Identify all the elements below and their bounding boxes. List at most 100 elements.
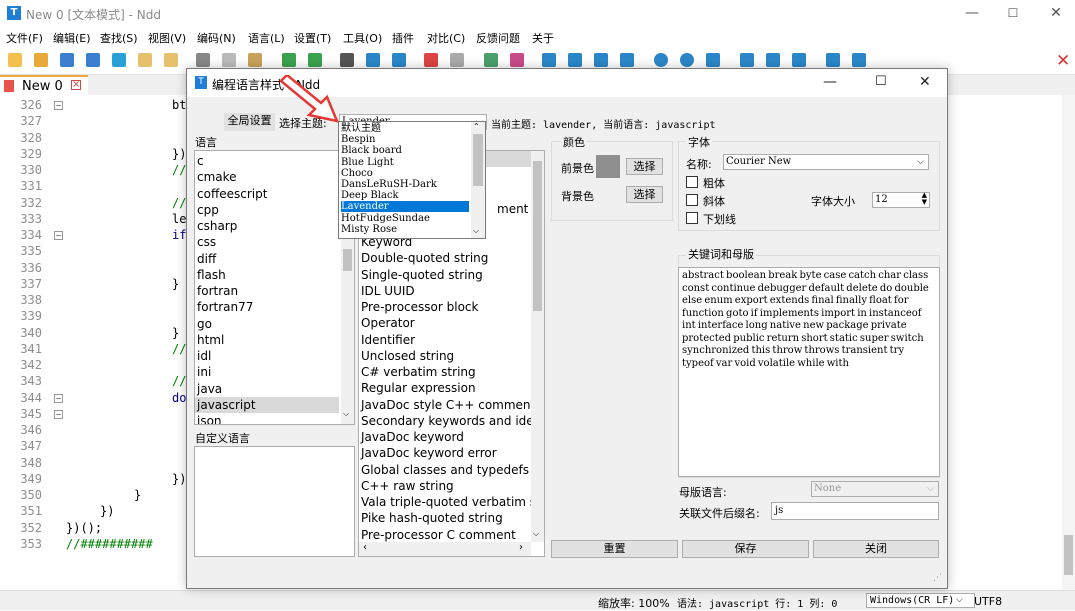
dialog-minimize-icon[interactable]: — (823, 74, 837, 90)
menu-file[interactable]: 文件(F) (6, 30, 43, 46)
reset-button[interactable]: 重置 (551, 540, 678, 558)
indent-guide-icon[interactable] (594, 53, 608, 67)
dialog-close-icon[interactable]: ✕ (919, 74, 931, 90)
copy-icon[interactable] (222, 53, 236, 67)
redo-icon[interactable] (308, 53, 322, 67)
bg-choose-button[interactable]: 选择 (626, 186, 663, 203)
zoom-out-icon[interactable] (510, 53, 524, 67)
style-item[interactable]: Pre-processor C comment (361, 527, 516, 543)
custom-language-list[interactable] (194, 446, 355, 557)
style-item[interactable]: C# verbatim string (361, 364, 476, 380)
editor-scrollbar[interactable] (1062, 95, 1075, 590)
tree-icon[interactable] (826, 53, 840, 67)
parent-language-select[interactable]: None ⌵ (811, 481, 939, 497)
menu-language[interactable]: 语言(L) (248, 30, 285, 46)
theme-option[interactable]: DansLeRuSH-Dark (341, 179, 469, 190)
language-item[interactable]: html (195, 332, 339, 348)
style-item[interactable]: Vala triple-quoted verbatim str (361, 494, 544, 510)
dropdown-scrollbar[interactable]: ⌃ ⌵ (471, 122, 485, 238)
language-item[interactable]: coffeescript (195, 186, 339, 202)
language-item[interactable]: cpp (195, 202, 339, 218)
theme-option[interactable]: Blue Light (341, 157, 469, 168)
theme-option[interactable]: Black board (341, 145, 469, 156)
scroll-down-icon[interactable]: ⌵ (343, 409, 349, 419)
resize-grip-icon[interactable]: ⋰ (933, 573, 942, 583)
split-icon[interactable] (740, 53, 754, 67)
theme-option[interactable]: Deep Black (341, 190, 469, 201)
theme-dropdown-list[interactable]: 默认主题 Bespin Black board Blue Light Choco Dans… (338, 121, 486, 239)
open-file-icon[interactable] (34, 53, 48, 67)
fold-toggle-icon[interactable]: − (54, 409, 63, 419)
panel-icon[interactable] (766, 53, 780, 67)
language-item[interactable]: go (195, 316, 339, 332)
menu-tools[interactable]: 工具(O) (343, 30, 382, 46)
font-name-select[interactable]: Courier New ⌵ (723, 154, 929, 170)
theme-option[interactable]: Bespin (341, 134, 469, 145)
spin-arrows-icon[interactable]: ▲ ▼ (922, 192, 927, 206)
wrap-icon[interactable] (542, 53, 556, 67)
fg-choose-button[interactable]: 选择 (626, 158, 663, 175)
menu-find[interactable]: 查找(S) (100, 30, 138, 46)
save-all-icon[interactable] (86, 53, 100, 67)
menu-plugins[interactable]: 插件 (392, 30, 414, 46)
close-tab-icon[interactable]: ✕ (1056, 51, 1070, 71)
theme-option[interactable]: Misty Rose (341, 224, 469, 235)
style-item[interactable]: Operator (361, 315, 415, 331)
style-item[interactable]: Pike hash-quoted string (361, 510, 503, 526)
menu-encoding[interactable]: 编码(N) (197, 30, 236, 46)
monitor-icon[interactable] (792, 53, 806, 67)
language-item[interactable]: idl (195, 348, 339, 364)
style-item[interactable]: Global classes and typedefs (361, 462, 529, 478)
cut-icon[interactable] (196, 53, 210, 67)
language-item[interactable]: cmake (195, 169, 339, 185)
close-icon[interactable]: ✕ (1046, 4, 1066, 22)
menu-about[interactable]: 关于 (532, 30, 554, 46)
new-file-icon[interactable] (8, 53, 22, 67)
close-button[interactable]: 关闭 (813, 540, 939, 558)
style-item[interactable]: Single-quoted string (361, 267, 483, 283)
paste-icon[interactable] (248, 53, 262, 67)
language-item[interactable]: flash (195, 267, 339, 283)
dropdown-scroll-down-icon[interactable]: ⌵ (473, 226, 479, 236)
style-item[interactable]: Secondary keywords and ident (361, 413, 544, 429)
mark-icon[interactable] (424, 53, 438, 67)
style-scroll-down-icon[interactable]: ⌵ (533, 529, 539, 539)
record-icon[interactable] (620, 53, 634, 67)
language-item[interactable]: json (195, 413, 339, 424)
style-item[interactable]: IDL UUID (361, 283, 415, 299)
fold-toggle-icon[interactable]: − (54, 231, 63, 240)
maximize-icon[interactable]: ☐ (1003, 4, 1023, 22)
underline-checkbox[interactable] (686, 212, 698, 224)
undo-icon[interactable] (282, 53, 296, 67)
theme-option[interactable]: Choco (341, 168, 469, 179)
goto-icon[interactable] (392, 53, 406, 67)
style-item[interactable]: Identifier (361, 332, 415, 348)
language-item[interactable]: java (195, 381, 339, 397)
fold-toggle-icon[interactable]: − (54, 101, 63, 110)
italic-checkbox[interactable] (686, 194, 698, 206)
theme-option[interactable]: 默认主题 (341, 123, 469, 134)
dropdown-scroll-up-icon[interactable]: ⌃ (473, 122, 480, 131)
reload-icon[interactable] (112, 53, 126, 67)
language-item[interactable]: ini (195, 364, 339, 380)
zoom-in-icon[interactable] (484, 53, 498, 67)
style-item[interactable]: Unclosed string (361, 348, 454, 364)
clear-mark-icon[interactable] (450, 53, 464, 67)
minimize-icon[interactable]: — (962, 4, 982, 22)
style-item-partial[interactable]: ment (497, 201, 528, 217)
text-icon[interactable] (852, 53, 866, 67)
bold-checkbox[interactable] (686, 176, 698, 188)
style-item[interactable]: JavaDoc keyword (361, 429, 464, 445)
save-button[interactable]: 保存 (682, 540, 809, 558)
language-item[interactable]: c (195, 153, 339, 169)
fold-toggle-icon[interactable]: − (54, 393, 63, 403)
show-symbols-icon[interactable] (568, 53, 582, 67)
global-settings-button[interactable]: 全局设置 (224, 113, 275, 131)
prev-icon[interactable] (654, 53, 668, 67)
language-item[interactable]: fortran77 (195, 299, 339, 315)
menu-view[interactable]: 视图(V) (148, 30, 186, 46)
find-icon[interactable] (340, 53, 354, 67)
style-item[interactable]: C++ raw string (361, 478, 454, 494)
fg-color-swatch[interactable] (596, 155, 620, 178)
language-item[interactable]: css (195, 234, 339, 250)
